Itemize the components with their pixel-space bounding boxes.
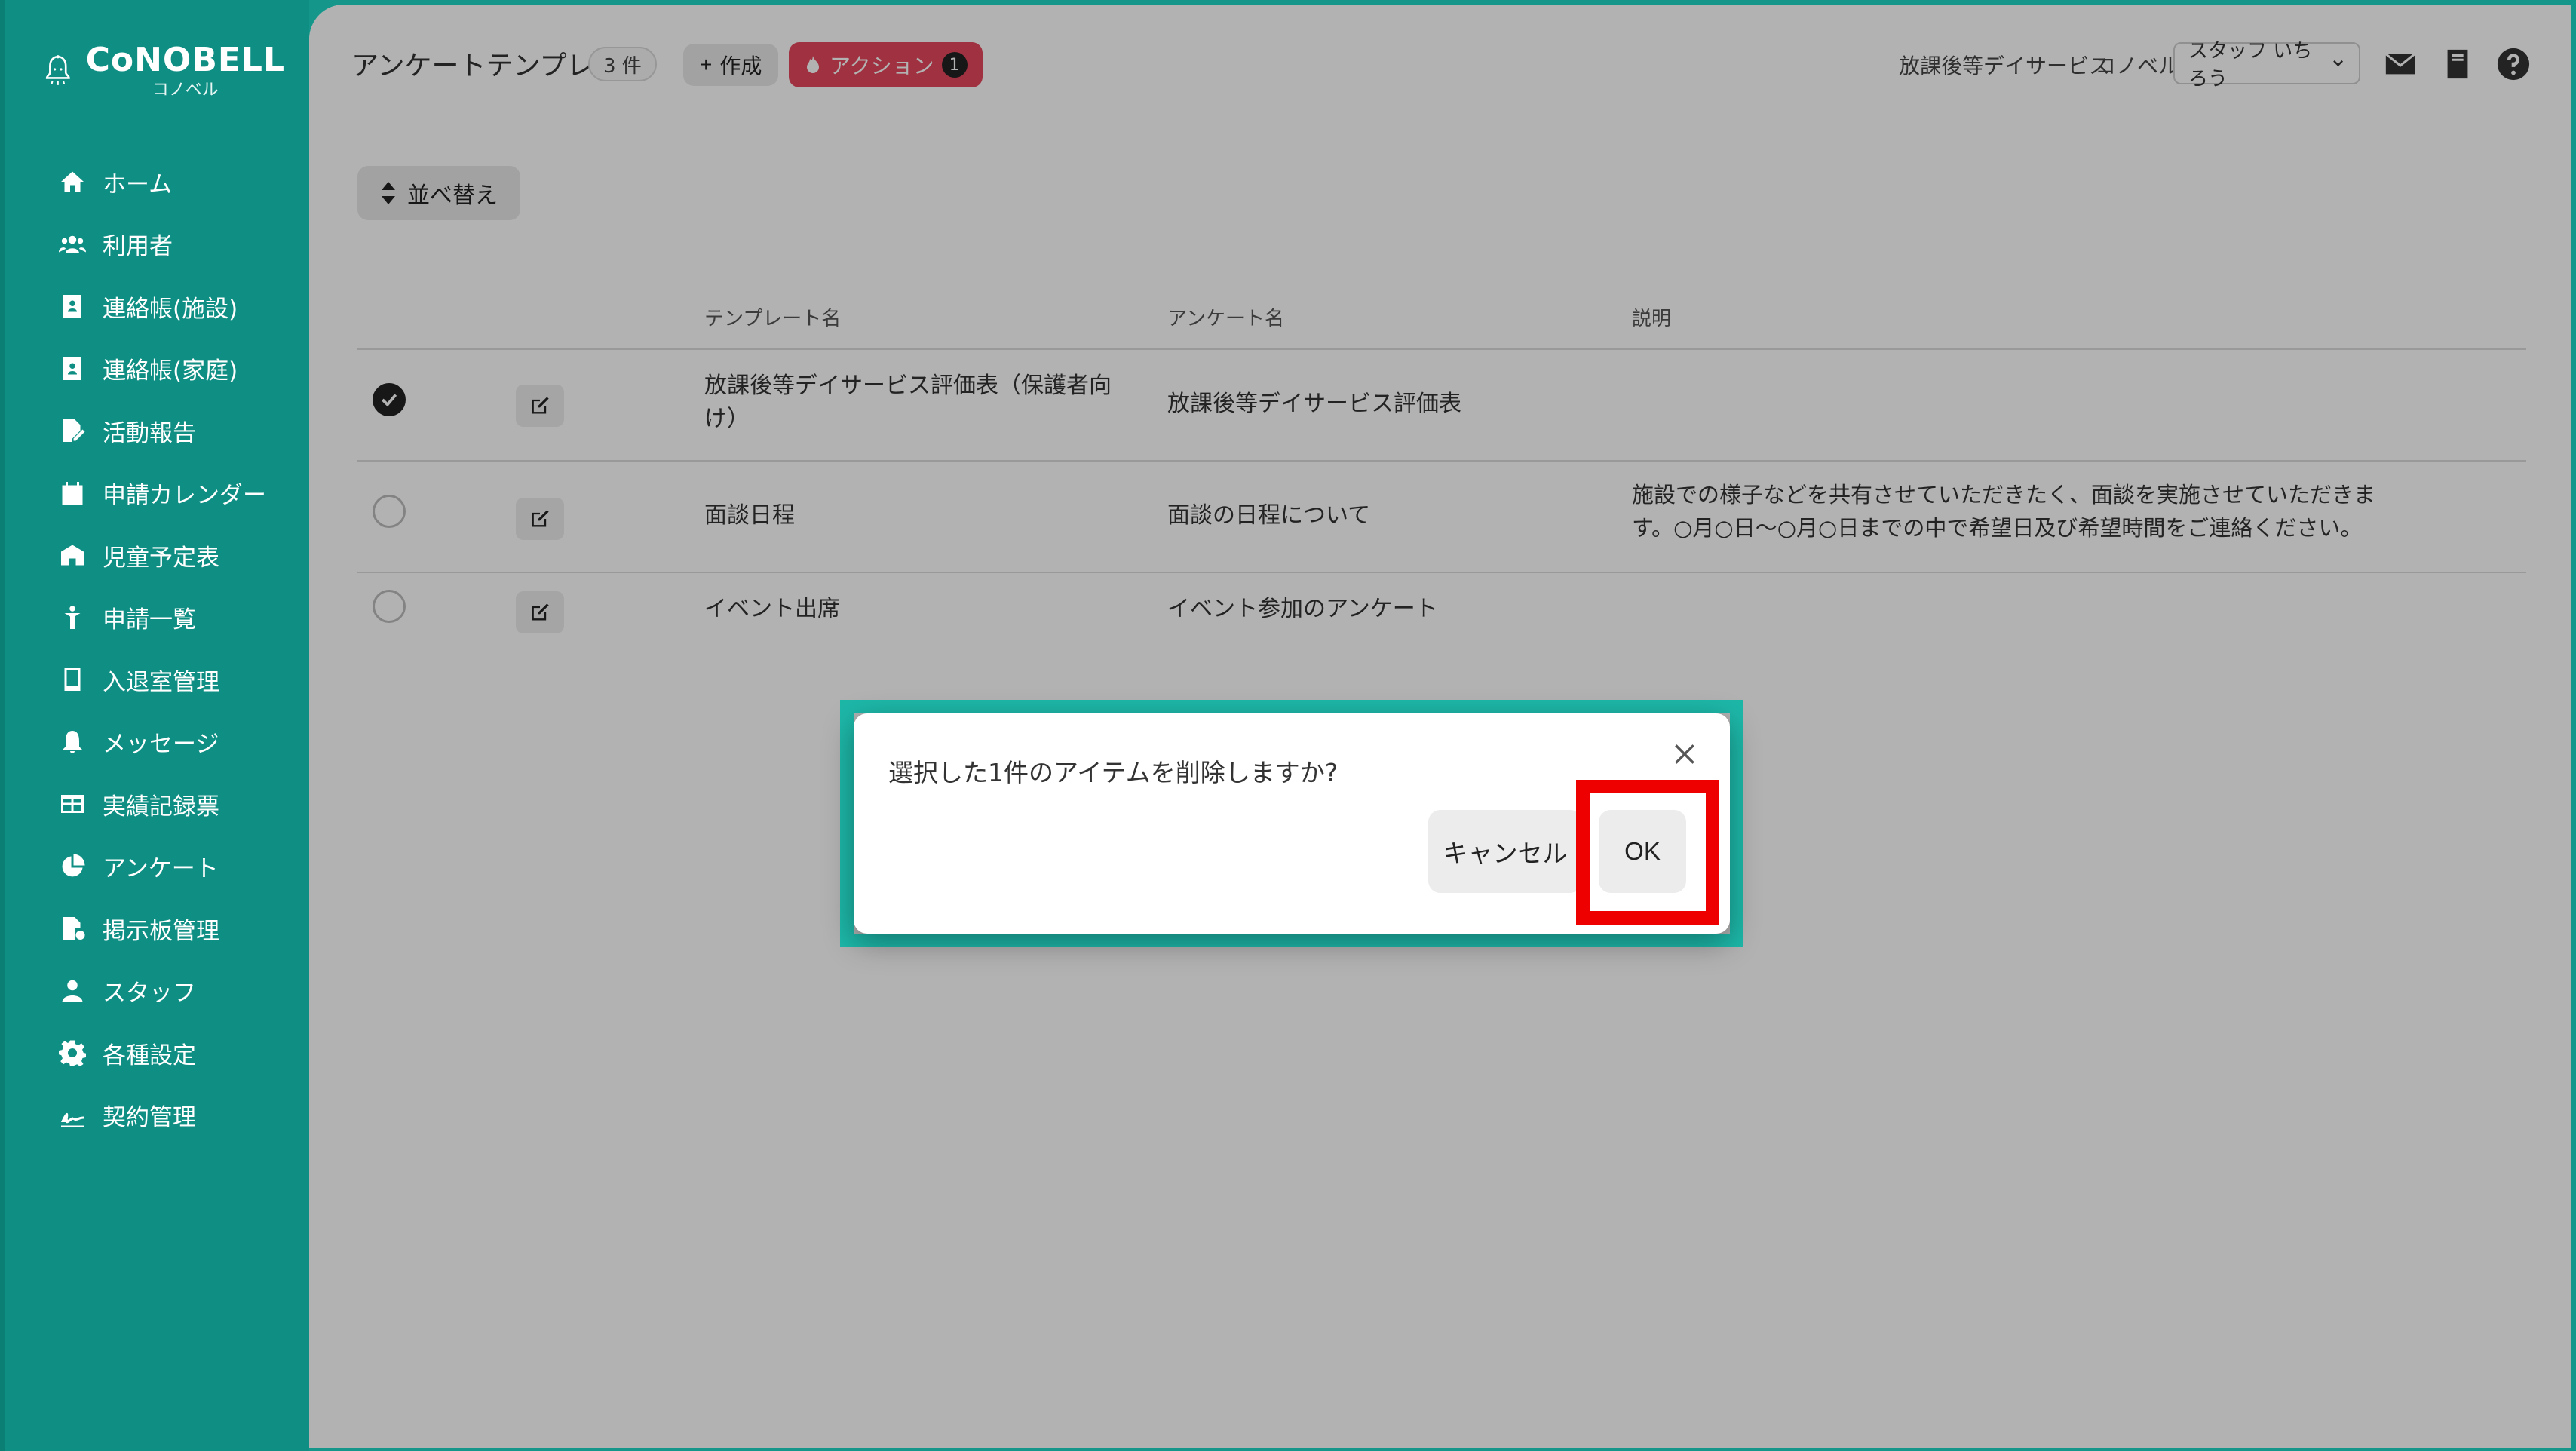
sidebar-item-survey[interactable]: アンケート xyxy=(5,836,314,898)
sidebar-item-label: 入退室管理 xyxy=(103,668,219,696)
sidebar-item-home[interactable]: ホーム xyxy=(5,151,314,213)
sidebar-item-label: ホーム xyxy=(103,170,173,198)
sidebar-item-label: 掲示板管理 xyxy=(103,917,219,945)
brand-sub: コノベル xyxy=(152,80,219,100)
sidebar-item-settings[interactable]: 各種設定 xyxy=(5,1022,314,1084)
sidebar-item-label: 利用者 xyxy=(103,233,173,261)
sidebar-item-label: 活動報告 xyxy=(103,419,196,447)
sidebar: CoNOBELL コノベル ホーム 利用者 連絡帳(施設) 連絡帳(家庭) 活動… xyxy=(0,0,309,1451)
sidebar-item-label: 連絡帳(家庭) xyxy=(103,357,238,385)
file-settings-icon xyxy=(63,917,85,940)
sidebar-item-staff[interactable]: スタッフ xyxy=(5,960,314,1023)
sidebar-item-label: スタッフ xyxy=(103,980,196,1008)
calendar-icon xyxy=(62,481,83,505)
sidebar-item-entry-exit[interactable]: 入退室管理 xyxy=(5,649,314,711)
sidebar-nav: ホーム 利用者 連絡帳(施設) 連絡帳(家庭) 活動報告 申請カレンダー 児童予… xyxy=(5,151,314,1146)
brand-name: CoNOBELL xyxy=(85,40,285,79)
sidebar-item-contact-facility[interactable]: 連絡帳(施設) xyxy=(5,275,314,338)
contact-book-icon xyxy=(63,295,81,318)
sidebar-item-child-schedule[interactable]: 児童予定表 xyxy=(5,524,314,587)
sidebar-item-board[interactable]: 掲示板管理 xyxy=(5,897,314,960)
sidebar-item-request-calendar[interactable]: 申請カレンダー xyxy=(5,462,314,525)
gear-icon xyxy=(59,1040,86,1067)
child-icon xyxy=(64,606,81,629)
dialog-message: 選択した1件のアイテムを削除しますか? xyxy=(888,758,1339,787)
sidebar-item-label: 申請一覧 xyxy=(103,606,196,634)
sidebar-item-label: 児童予定表 xyxy=(103,544,219,572)
signature-icon xyxy=(61,1112,84,1127)
close-icon[interactable] xyxy=(1670,739,1700,769)
bell-logo-icon xyxy=(45,55,70,85)
sidebar-item-label: 申請カレンダー xyxy=(103,482,266,510)
home-icon xyxy=(61,171,84,192)
sidebar-item-contract[interactable]: 契約管理 xyxy=(5,1084,314,1147)
table-icon xyxy=(61,795,84,814)
bell-icon xyxy=(62,730,83,753)
cancel-button[interactable]: キャンセル xyxy=(1428,810,1582,893)
file-edit-icon xyxy=(63,419,85,443)
brand-logo[interactable]: CoNOBELL コノベル xyxy=(44,36,285,104)
school-icon xyxy=(61,545,84,566)
sidebar-item-label: 各種設定 xyxy=(103,1041,196,1069)
contact-book-icon xyxy=(63,357,81,380)
tablet-icon xyxy=(64,668,81,692)
pie-chart-icon xyxy=(62,854,85,877)
users-icon xyxy=(59,235,86,253)
sidebar-item-label: アンケート xyxy=(103,855,219,883)
sidebar-item-label: 実績記録票 xyxy=(103,793,219,821)
ok-button-highlight-frame xyxy=(1576,780,1719,925)
sidebar-item-contact-home[interactable]: 連絡帳(家庭) xyxy=(5,338,314,400)
sidebar-item-message[interactable]: メッセージ xyxy=(5,711,314,774)
sidebar-item-activity-report[interactable]: 活動報告 xyxy=(5,400,314,462)
sidebar-item-label: 連絡帳(施設) xyxy=(103,295,238,323)
person-icon xyxy=(62,980,83,1002)
sidebar-item-record[interactable]: 実績記録票 xyxy=(5,773,314,836)
sidebar-item-label: 契約管理 xyxy=(103,1104,196,1132)
sidebar-item-request-list[interactable]: 申請一覧 xyxy=(5,587,314,649)
sidebar-item-label: メッセージ xyxy=(103,731,219,759)
sidebar-item-users[interactable]: 利用者 xyxy=(5,213,314,276)
